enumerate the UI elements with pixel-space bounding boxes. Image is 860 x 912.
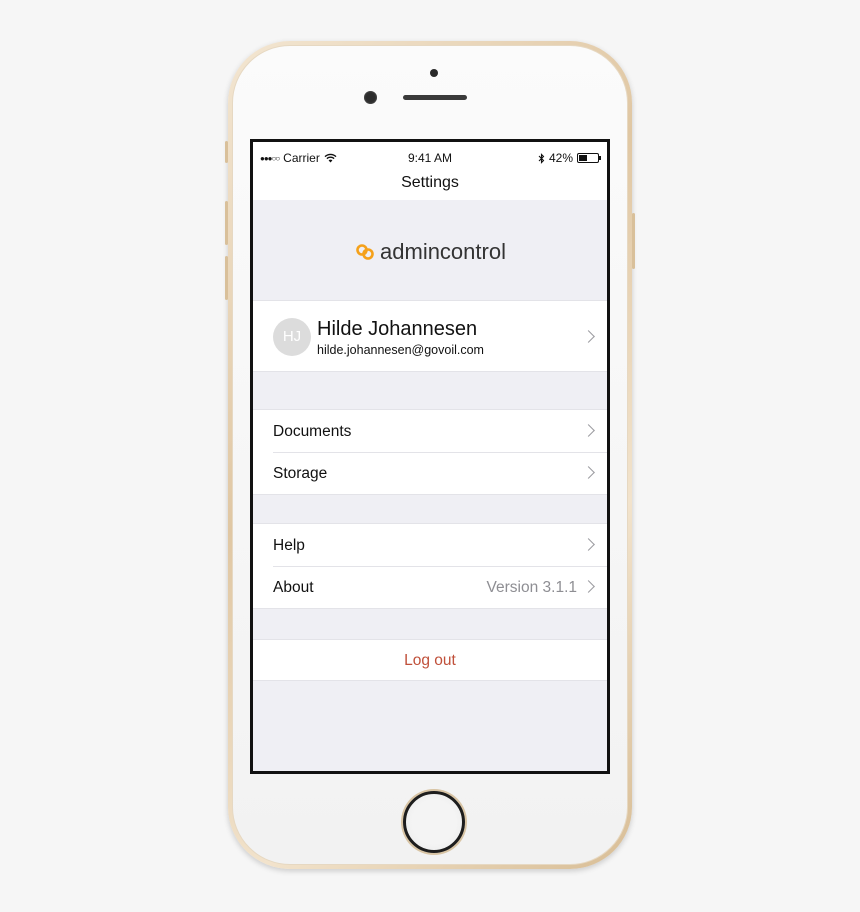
page-title: Settings	[401, 174, 459, 191]
info-group: Help About Version 3.1.1	[253, 523, 607, 609]
version-value: Version 3.1.1	[486, 579, 577, 596]
logo-text: admincontrol	[380, 239, 506, 264]
section-spacer	[253, 372, 607, 409]
settings-row-help[interactable]: Help	[253, 524, 607, 566]
settings-row-documents[interactable]: Documents	[253, 410, 607, 452]
battery-percent: 42%	[548, 151, 573, 165]
status-bar: ●●●○○ Carrier 9:41 AM 42%	[253, 142, 607, 172]
admincontrol-logo-icon	[356, 244, 374, 260]
row-label: Documents	[273, 423, 352, 440]
app-logo: admincontrol	[354, 239, 506, 265]
mute-switch[interactable]	[225, 141, 228, 163]
chevron-right-icon	[582, 466, 595, 479]
nav-bar: Settings	[253, 172, 607, 200]
phone-screen: ●●●○○ Carrier 9:41 AM 42% Settings admin…	[250, 139, 610, 774]
volume-up-button[interactable]	[225, 201, 228, 245]
row-label: Help	[273, 537, 305, 554]
avatar: HJ	[273, 318, 311, 356]
bluetooth-icon	[538, 152, 545, 164]
home-button[interactable]	[403, 791, 465, 853]
settings-row-about[interactable]: About Version 3.1.1	[253, 566, 607, 608]
logout-button[interactable]: Log out	[253, 639, 607, 681]
storage-group: Documents Storage	[253, 409, 607, 495]
battery-fill	[579, 155, 587, 161]
row-label: About	[273, 579, 314, 596]
profile-name: Hilde Johannesen	[317, 318, 478, 340]
battery-icon	[577, 153, 601, 163]
section-spacer	[253, 609, 607, 639]
proximity-sensor	[430, 69, 438, 77]
chevron-right-icon	[582, 330, 595, 343]
profile-email: hilde.johannesen@govoil.com	[317, 343, 484, 357]
logo-area: admincontrol	[253, 200, 607, 300]
earpiece-speaker	[403, 95, 467, 100]
section-spacer	[253, 495, 607, 523]
chevron-right-icon	[582, 580, 595, 593]
settings-row-storage[interactable]: Storage	[253, 452, 607, 494]
profile-row[interactable]: HJ Hilde Johannesen hilde.johannesen@gov…	[253, 300, 607, 372]
chevron-right-icon	[582, 538, 595, 551]
front-camera	[364, 91, 377, 104]
chevron-right-icon	[582, 424, 595, 437]
status-right: 42%	[538, 151, 601, 165]
logout-label: Log out	[404, 652, 456, 669]
volume-down-button[interactable]	[225, 256, 228, 300]
row-label: Storage	[273, 465, 328, 482]
power-button[interactable]	[632, 213, 635, 269]
